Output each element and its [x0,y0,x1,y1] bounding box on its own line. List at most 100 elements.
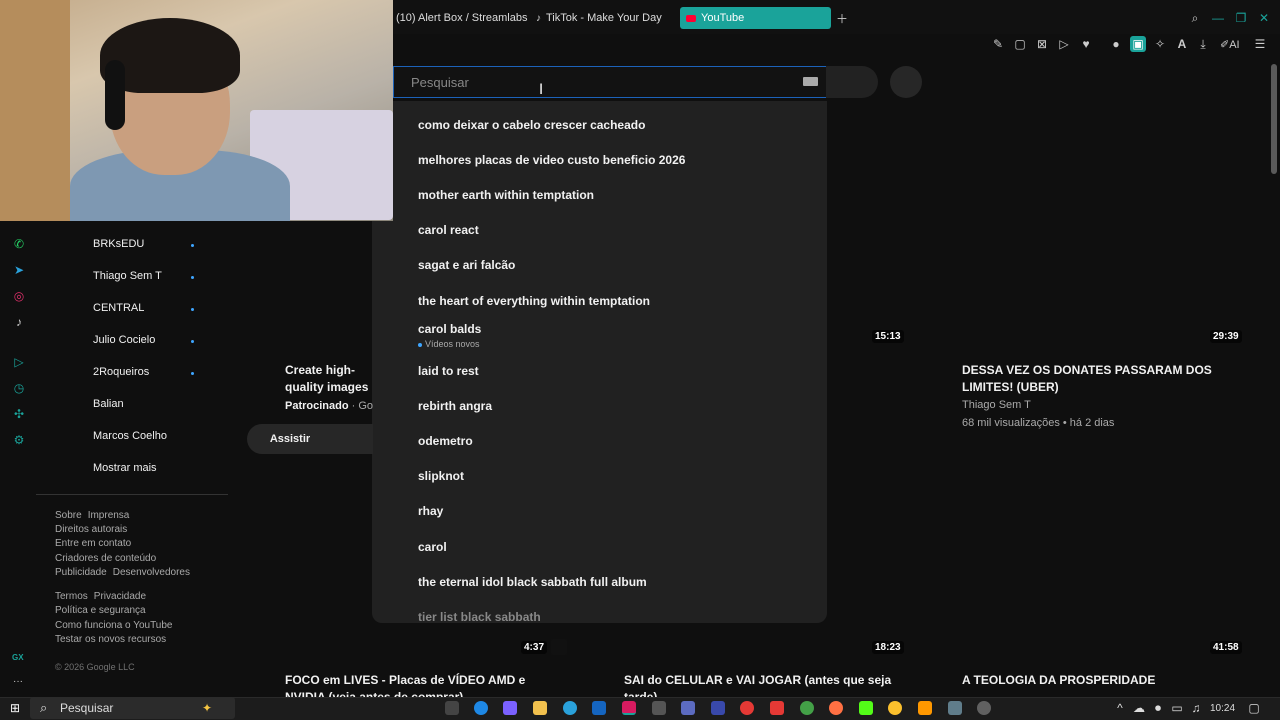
scrollbar-thumb[interactable] [1271,64,1277,174]
subscription-item[interactable]: BRKsEDU [93,238,144,250]
extensions-icon[interactable]: ✣ [11,406,27,422]
clock[interactable]: 10:24 [1210,703,1235,714]
app-icon[interactable] [770,701,784,715]
shield-icon[interactable]: ⊠ [1034,36,1050,52]
cloud-icon[interactable]: ☁ [1131,700,1147,716]
download-icon[interactable]: ⤓ [1195,36,1211,52]
app-icon[interactable] [563,701,577,715]
suggestion-item[interactable]: tier list black sabbath [418,610,541,623]
volume-icon[interactable]: ♫ [1188,700,1204,716]
suggestion-item[interactable]: odemetro [418,434,473,448]
notifications-icon[interactable]: ▢ [1246,700,1262,716]
folder-icon[interactable] [533,701,547,715]
video-title[interactable]: SAI do CELULAR e VAI JOGAR (antes que se… [624,672,894,697]
close-icon[interactable]: ✕ [1256,10,1272,26]
suggestion-item[interactable]: rebirth angra [418,399,492,413]
snapshot-icon[interactable]: ▢ [1012,36,1028,52]
gx-extension-icon[interactable]: ▣ [1130,36,1146,52]
maximize-icon[interactable]: ❐ [1233,10,1249,26]
subscription-item[interactable]: Julio Cocielo [93,334,155,346]
suggestion-item[interactable]: carol [418,540,447,554]
minimize-icon[interactable]: — [1210,10,1226,26]
extension-circle-icon[interactable]: ● [1108,36,1124,52]
subscription-item[interactable]: CENTRAL [93,302,144,314]
discord-icon[interactable] [681,701,695,715]
footer-link[interactable]: Testar os novos recursos [55,634,166,645]
chrome-icon[interactable] [800,701,814,715]
suggestion-item[interactable]: the heart of everything within temptatio… [418,294,650,308]
search-button[interactable] [826,66,878,98]
task-view-icon[interactable] [445,701,459,715]
more-icon[interactable]: ··· [13,676,23,687]
search-input[interactable] [394,67,826,97]
tab-tiktok[interactable]: ♪ TikTok - Make Your Day [530,7,668,29]
telegram-icon[interactable]: ➤ [11,262,27,278]
chevron-up-icon[interactable]: ^ [1112,700,1128,716]
gx-label[interactable]: GX [12,653,24,662]
store-icon[interactable] [592,701,606,715]
suggestion-item[interactable]: rhay [418,504,443,518]
opera-gx-icon[interactable] [622,701,636,715]
suggestion-item[interactable]: carol balds [418,322,481,336]
show-more-button[interactable]: Mostrar mais [93,462,157,474]
new-tab-icon[interactable]: ＋ [834,10,850,26]
footer-link[interactable]: Sobre [55,510,82,521]
font-a-icon[interactable]: A [1174,36,1190,52]
suggestion-item[interactable]: mother earth within temptation [418,188,594,202]
heart-icon[interactable]: ♥ [1078,36,1094,52]
start-icon[interactable]: ⊞ [7,700,23,716]
player-icon[interactable]: ▷ [11,354,27,370]
footer-link[interactable]: Privacidade [94,591,146,602]
queue-icon[interactable] [551,639,567,655]
suggestion-item[interactable]: como deixar o cabelo crescer cacheado [418,118,645,132]
play-icon[interactable]: ▷ [1056,36,1072,52]
suggestion-item[interactable]: sagat e ari falcão [418,258,515,272]
subscription-item[interactable]: Marcos Coelho [93,430,167,442]
app-icon[interactable] [888,701,902,715]
suggestion-item[interactable]: melhores placas de video custo beneficio… [418,153,685,167]
footer-link[interactable]: Criadores de conteúdo [55,553,156,564]
app-icon[interactable] [711,701,725,715]
app-icon[interactable] [948,701,962,715]
tiktok-sidebar-icon[interactable]: ♪ [11,314,27,330]
subscription-item[interactable]: 2Roqueiros [93,366,149,378]
video-title[interactable]: DESSA VEZ OS DONATES PASSARAM DOS LIMITE… [962,362,1222,396]
subscription-item[interactable]: Thiago Sem T [93,270,162,282]
video-title[interactable]: FOCO em LIVES - Placas de VÍDEO AMD e NV… [285,672,545,697]
footer-link[interactable]: Termos [55,591,88,602]
suggestion-item[interactable]: carol react [418,223,479,237]
network-icon[interactable]: ▭ [1169,700,1185,716]
video-title[interactable]: A TEOLOGIA DA PROSPERIDADE [962,672,1222,697]
menu-icon[interactable]: ☰ [1252,36,1268,52]
footer-link[interactable]: Como funciona o YouTube [55,620,173,631]
suggestion-item[interactable]: laid to rest [418,364,479,378]
suggestion-item[interactable]: the eternal idol black sabbath full albu… [418,575,647,589]
ai-button[interactable]: ✐AI [1220,38,1240,51]
puzzle-icon[interactable]: ✧ [1152,36,1168,52]
footer-link[interactable]: Entre em contato [55,538,131,549]
footer-link[interactable]: Direitos autorais [55,524,127,535]
footer-link[interactable]: Política e segurança [55,605,146,616]
subscription-item[interactable]: Balian [93,398,124,410]
app-icon[interactable] [977,701,991,715]
history-icon[interactable]: ◷ [11,380,27,396]
edge-icon[interactable] [474,701,488,715]
firefox-icon[interactable] [829,701,843,715]
mic-tray-icon[interactable]: ⏺ [1150,700,1166,716]
mic-button[interactable] [890,66,922,98]
mic-app-icon[interactable] [740,701,754,715]
tab-youtube[interactable]: YouTube [680,7,831,29]
footer-link[interactable]: Imprensa [88,510,130,521]
footer-link[interactable]: Desenvolvedores [113,567,190,578]
tab-streamlabs[interactable]: (10) Alert Box / Streamlabs [390,7,533,29]
suggestion-item[interactable]: slipknot [418,469,464,483]
instagram-icon[interactable]: ◎ [11,288,27,304]
taskbar-search[interactable]: ⌕ Pesquisar ✦ [30,697,235,719]
kick-icon[interactable] [859,701,873,715]
app-icon[interactable] [918,701,932,715]
pin-icon[interactable]: ✎ [990,36,1006,52]
search-box[interactable] [393,66,827,98]
footer-link[interactable]: Publicidade [55,567,107,578]
settings-icon[interactable]: ⚙ [11,432,27,448]
keyboard-icon[interactable] [803,77,818,86]
